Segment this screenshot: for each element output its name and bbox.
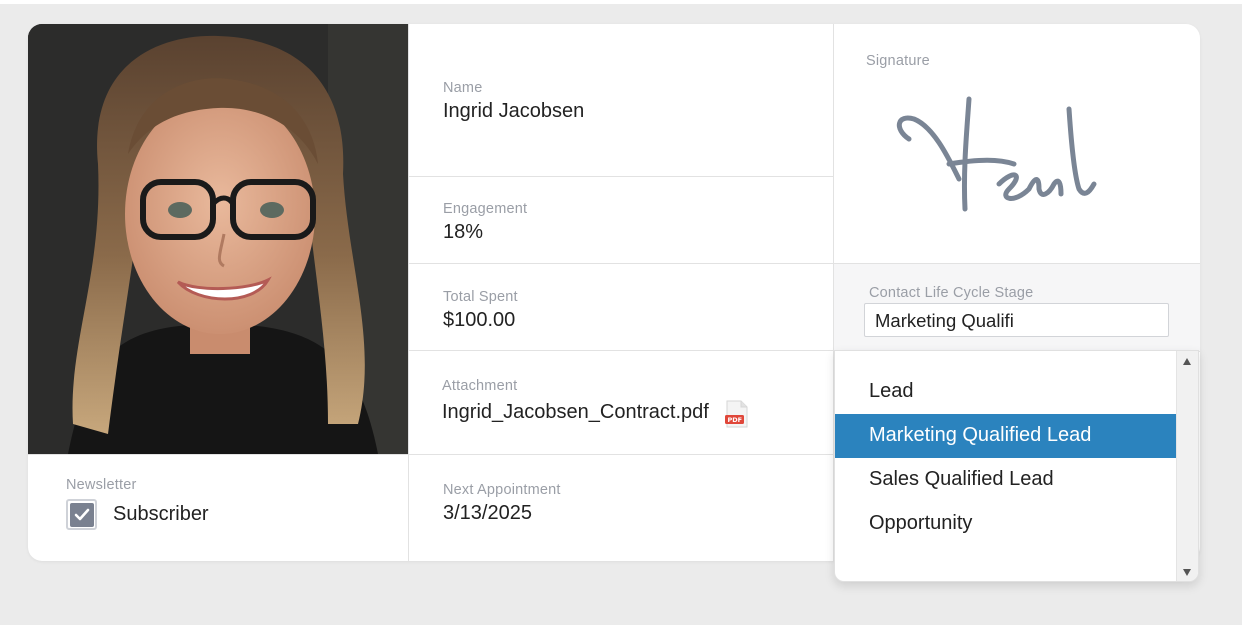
next-appointment-value: 3/13/2025 [443, 502, 532, 524]
contact-photo [28, 24, 408, 454]
total-spent-cell: Total Spent $100.00 [408, 264, 834, 351]
lifecycle-stage-input[interactable]: Marketing Qualifi [864, 303, 1169, 337]
signature-drawing [897, 96, 1097, 212]
svg-text:PDF: PDF [727, 416, 742, 424]
scroll-down-arrow-icon[interactable] [1183, 569, 1191, 576]
signature-label: Signature [866, 53, 930, 69]
dropdown-option-opportunity[interactable]: Opportunity [835, 502, 1177, 546]
pdf-file-icon[interactable]: PDF [724, 400, 749, 428]
attachment-row: Ingrid_Jacobsen_Contract.pdf PDF [442, 398, 833, 428]
name-label: Name [443, 80, 483, 96]
attachment-cell: Attachment Ingrid_Jacobsen_Contract.pdf … [408, 351, 834, 455]
attachment-filename[interactable]: Ingrid_Jacobsen_Contract.pdf [442, 401, 709, 424]
subscriber-checkbox[interactable] [66, 499, 97, 530]
total-spent-value: $100.00 [443, 309, 516, 331]
scroll-up-arrow-icon[interactable] [1183, 358, 1191, 365]
name-cell: Name Ingrid Jacobsen [408, 24, 834, 177]
newsletter-label: Newsletter [66, 477, 137, 493]
engagement-label: Engagement [443, 201, 528, 217]
next-appointment-label: Next Appointment [443, 482, 561, 498]
engagement-cell: Engagement 18% [408, 177, 834, 264]
total-spent-label: Total Spent [443, 289, 518, 305]
engagement-value: 18% [443, 221, 484, 243]
dropdown-option-marketing-qualified-lead[interactable]: Marketing Qualified Lead [835, 414, 1177, 458]
name-value: Ingrid Jacobsen [443, 100, 585, 122]
attachment-label: Attachment [442, 378, 518, 394]
newsletter-cell: Newsletter Subscriber [28, 454, 408, 561]
lifecycle-stage-label: Contact Life Cycle Stage [869, 285, 1034, 301]
signature-cell: Signature [834, 24, 1200, 264]
lifecycle-stage-cell: Contact Life Cycle Stage Marketing Quali… [834, 264, 1200, 352]
dropdown-option-sales-qualified-lead[interactable]: Sales Qualified Lead [835, 458, 1177, 502]
portrait-illustration [28, 24, 408, 454]
dropdown-option-lead[interactable]: Lead [835, 370, 1177, 414]
newsletter-option[interactable]: Subscriber [66, 499, 408, 530]
lifecycle-stage-dropdown[interactable]: Lead Marketing Qualified Lead Sales Qual… [834, 350, 1199, 582]
checkmark-icon [69, 502, 94, 527]
top-strip [0, 0, 1242, 4]
subscriber-label: Subscriber [113, 503, 209, 525]
dropdown-scrollbar[interactable] [1176, 351, 1198, 581]
next-appointment-cell: Next Appointment 3/13/2025 [408, 455, 834, 561]
